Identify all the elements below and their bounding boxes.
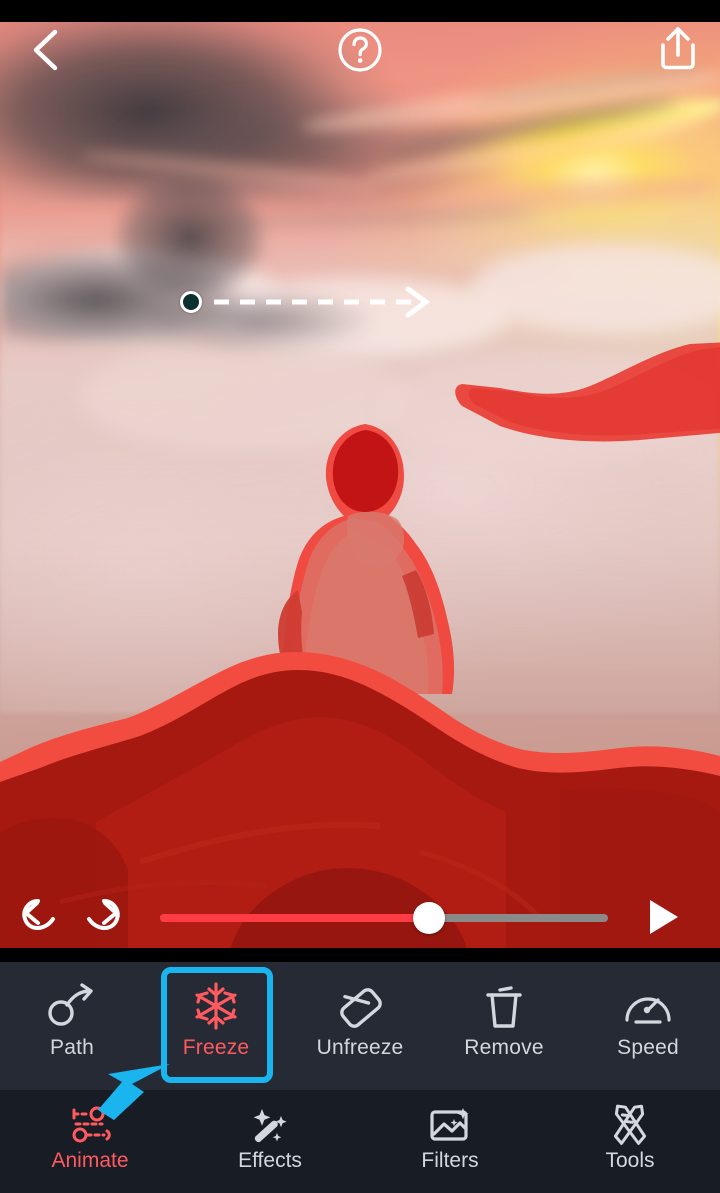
animate-tools-row: Path Freeze Unfreeze Remove Speed: [0, 962, 720, 1090]
nav-animate-label: Animate: [51, 1149, 129, 1172]
status-bar: [0, 0, 720, 22]
photo-canvas[interactable]: [0, 22, 720, 948]
tool-unfreeze[interactable]: Unfreeze: [288, 962, 432, 1090]
nav-filters-label: Filters: [421, 1149, 479, 1172]
help-button[interactable]: [332, 22, 388, 78]
tool-freeze-label: Freeze: [182, 1036, 250, 1059]
share-upload-icon: [661, 27, 695, 70]
nav-filters[interactable]: Filters: [360, 1090, 540, 1193]
timeline-slider[interactable]: [160, 901, 608, 934]
nav-animate[interactable]: Animate: [0, 1090, 180, 1193]
tool-remove[interactable]: Remove: [432, 962, 576, 1090]
play-triangle-icon: [650, 900, 678, 934]
eraser-icon: [332, 980, 388, 1032]
motion-path-overlay[interactable]: [180, 280, 440, 322]
timeline-handle[interactable]: [412, 902, 445, 934]
playback-toolbar: [0, 886, 720, 948]
app-root: Path Freeze Unfreeze Remove Speed Animat…: [0, 0, 720, 1193]
magic-wand-icon: [246, 1102, 294, 1148]
share-button[interactable]: [652, 20, 704, 76]
undo-arrow-icon: [22, 899, 55, 930]
nav-effects[interactable]: Effects: [180, 1090, 360, 1193]
trash-can-icon: [478, 980, 530, 1032]
redo-arrow-icon: [87, 899, 120, 930]
tool-speed[interactable]: Speed: [576, 962, 720, 1090]
redo-button[interactable]: [74, 889, 130, 945]
pencil-ruler-icon: [606, 1102, 654, 1148]
play-button[interactable]: [634, 889, 690, 945]
main-nav-row: Animate Effects Filters Tools: [0, 1090, 720, 1193]
freeze-mask-cloud: [455, 342, 720, 442]
tool-unfreeze-label: Unfreeze: [316, 1036, 404, 1059]
timeline-progress: [160, 914, 429, 922]
chevron-left-icon: [33, 29, 58, 71]
snowflake-icon: [190, 980, 242, 1032]
path-node-arrow-icon: [44, 980, 100, 1032]
motion-path-nodes-icon: [66, 1102, 114, 1148]
path-dashed-arrow: [214, 286, 431, 318]
photo-sparkle-icon: [425, 1102, 475, 1148]
tool-remove-label: Remove: [464, 1036, 544, 1059]
back-button[interactable]: [18, 22, 74, 78]
nav-tools[interactable]: Tools: [540, 1090, 720, 1193]
toolbar-divider: [0, 948, 720, 962]
tool-freeze[interactable]: Freeze: [144, 962, 288, 1090]
nav-effects-label: Effects: [238, 1149, 302, 1172]
nav-tools-label: Tools: [605, 1149, 655, 1172]
tool-path-label: Path: [50, 1036, 94, 1059]
undo-button[interactable]: [12, 889, 68, 945]
tool-speed-label: Speed: [617, 1036, 679, 1059]
speedometer-icon: [620, 980, 676, 1032]
tool-path[interactable]: Path: [0, 962, 144, 1090]
question-mark-circle-icon: [338, 28, 382, 72]
top-toolbar: [0, 22, 720, 78]
